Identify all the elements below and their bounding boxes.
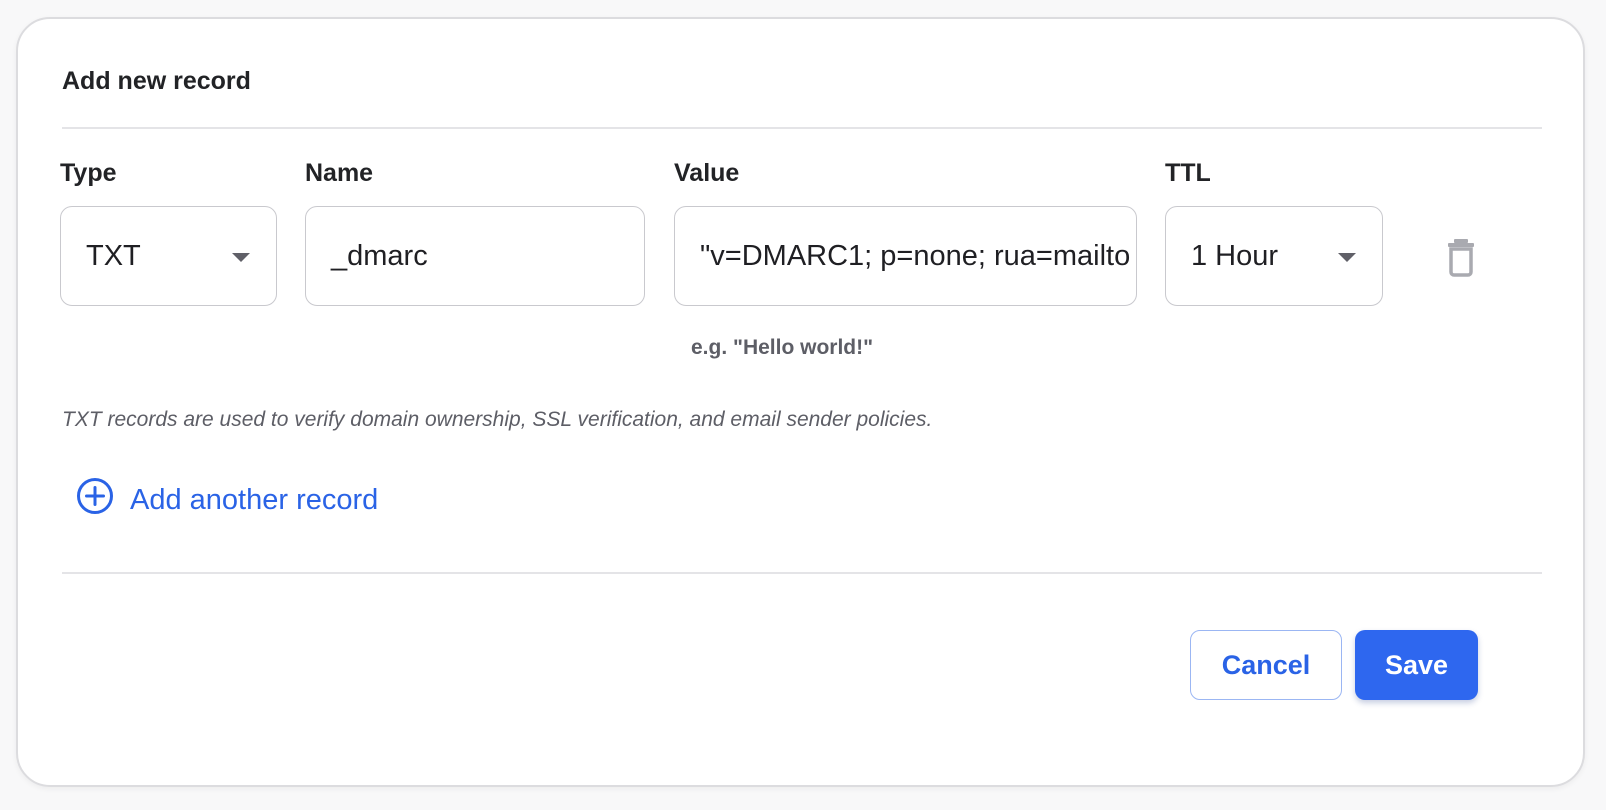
bottom-divider <box>62 572 1542 574</box>
ttl-select-value: 1 Hour <box>1191 239 1279 272</box>
name-label: Name <box>305 159 374 187</box>
add-record-dialog: Add new record Type Name Value TTL TXT _… <box>16 17 1585 787</box>
dialog-title: Add new record <box>62 67 251 95</box>
trash-icon[interactable] <box>1441 237 1481 277</box>
add-another-record-label: Add another record <box>130 483 379 516</box>
chevron-down-icon <box>232 253 250 262</box>
value-input[interactable]: "v=DMARC1; p=none; rua=mailto <box>674 206 1137 306</box>
value-hint: e.g. "Hello world!" <box>691 336 874 359</box>
name-input[interactable]: _dmarc <box>305 206 645 306</box>
add-another-record-link[interactable]: Add another record <box>76 477 378 523</box>
value-label: Value <box>674 159 740 187</box>
ttl-label: TTL <box>1165 159 1211 187</box>
top-divider <box>62 127 1542 129</box>
type-select-value: TXT <box>86 239 141 272</box>
plus-circle-icon <box>76 477 114 523</box>
ttl-select[interactable]: 1 Hour <box>1165 206 1383 306</box>
chevron-down-icon <box>1338 253 1356 262</box>
name-input-value: _dmarc <box>331 239 428 272</box>
value-input-value: "v=DMARC1; p=none; rua=mailto <box>700 239 1131 272</box>
record-description: TXT records are used to verify domain ow… <box>62 408 933 431</box>
save-button[interactable]: Save <box>1355 630 1478 700</box>
type-select[interactable]: TXT <box>60 206 277 306</box>
cancel-button[interactable]: Cancel <box>1190 630 1342 700</box>
type-label: Type <box>60 159 117 187</box>
